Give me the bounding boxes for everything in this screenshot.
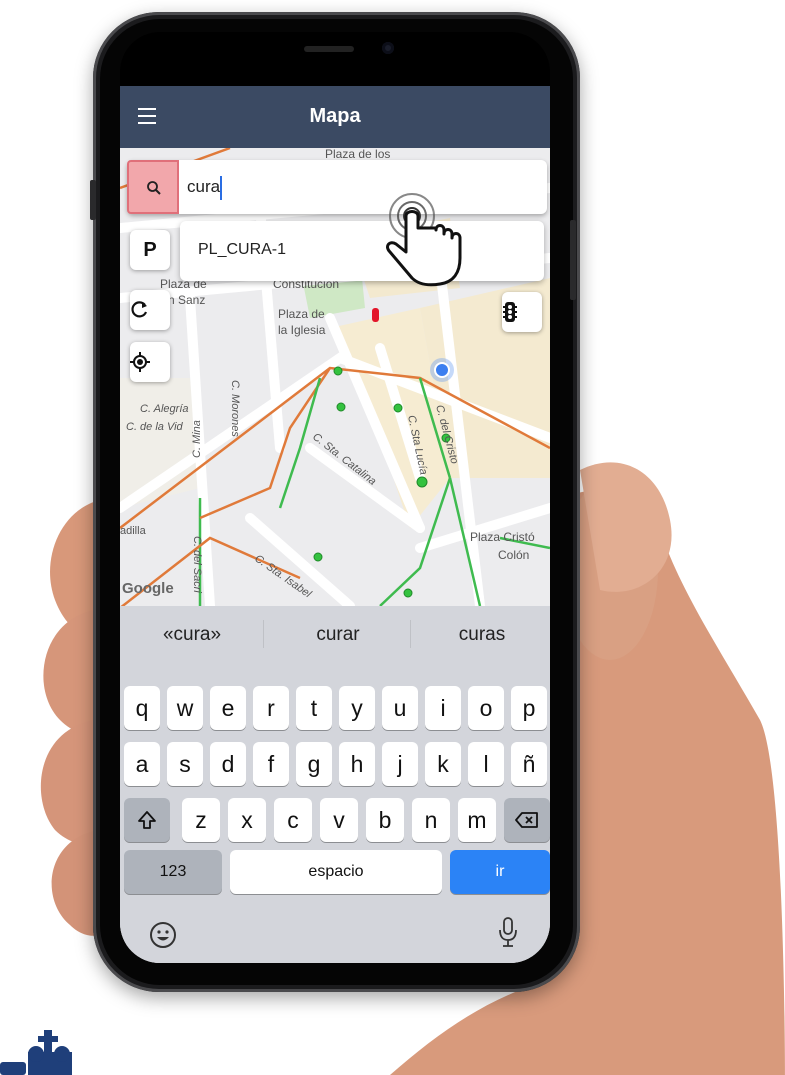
suggestion-label: PL_CURA-1 bbox=[198, 241, 287, 258]
search-button[interactable] bbox=[127, 160, 179, 214]
crest-logo bbox=[0, 1030, 72, 1075]
go-key[interactable]: ir bbox=[450, 850, 550, 894]
search-icon bbox=[147, 181, 161, 195]
key-j[interactable]: j bbox=[382, 742, 418, 786]
map-label: Plaza de bbox=[278, 307, 325, 321]
locate-me-button[interactable] bbox=[130, 342, 170, 382]
map-label: Plaza Cristó bbox=[470, 530, 535, 544]
refresh-icon bbox=[131, 301, 148, 318]
map-canvas: Plaza de los Constitución Plaza de n San… bbox=[120, 148, 550, 606]
key-c[interactable]: c bbox=[274, 798, 312, 842]
backspace-key[interactable] bbox=[504, 798, 550, 842]
text-cursor bbox=[220, 176, 222, 200]
key-x[interactable]: x bbox=[228, 798, 266, 842]
key-l[interactable]: l bbox=[468, 742, 504, 786]
parking-button[interactable]: P bbox=[130, 230, 170, 270]
key-p[interactable]: p bbox=[511, 686, 547, 730]
key-q[interactable]: q bbox=[124, 686, 160, 730]
key-r[interactable]: r bbox=[253, 686, 289, 730]
key-z[interactable]: z bbox=[182, 798, 220, 842]
key-o[interactable]: o bbox=[468, 686, 504, 730]
key-f[interactable]: f bbox=[253, 742, 289, 786]
backspace-icon bbox=[515, 812, 538, 828]
map-label: C. Morones bbox=[229, 380, 241, 437]
refresh-button[interactable] bbox=[130, 290, 170, 330]
shift-arrow-icon bbox=[138, 811, 156, 829]
key-s[interactable]: s bbox=[167, 742, 203, 786]
map-label: n Sanz bbox=[168, 293, 205, 307]
space-key[interactable]: espacio bbox=[230, 850, 442, 894]
key-k[interactable]: k bbox=[425, 742, 461, 786]
front-camera bbox=[382, 42, 394, 54]
shift-key[interactable] bbox=[124, 798, 170, 842]
map-label: adilla bbox=[120, 525, 147, 537]
map-label: C. de la Vid bbox=[126, 421, 184, 433]
key-m[interactable]: m bbox=[458, 798, 496, 842]
map-label: la Iglesia bbox=[278, 323, 326, 337]
key-ñ[interactable]: ñ bbox=[511, 742, 547, 786]
search-bar bbox=[127, 160, 547, 214]
phone-screen: Mapa Plaza de los Constitución Plaza de … bbox=[120, 86, 550, 963]
notch bbox=[120, 32, 550, 86]
crosshair-icon bbox=[130, 352, 150, 372]
microphone-icon[interactable] bbox=[496, 916, 520, 948]
key-e[interactable]: e bbox=[210, 686, 246, 730]
key-g[interactable]: g bbox=[296, 742, 332, 786]
traffic-layer-button[interactable] bbox=[502, 292, 542, 332]
side-button bbox=[570, 220, 576, 300]
search-input[interactable] bbox=[187, 174, 527, 200]
key-d[interactable]: d bbox=[210, 742, 246, 786]
map-label: Colón bbox=[498, 548, 529, 562]
volume-button bbox=[90, 180, 96, 220]
key-h[interactable]: h bbox=[339, 742, 375, 786]
keyboard-suggestion[interactable]: curar bbox=[268, 624, 408, 646]
key-t[interactable]: t bbox=[296, 686, 332, 730]
traffic-light-icon bbox=[503, 302, 517, 322]
key-u[interactable]: u bbox=[382, 686, 418, 730]
key-w[interactable]: w bbox=[167, 686, 203, 730]
key-i[interactable]: i bbox=[425, 686, 461, 730]
key-n[interactable]: n bbox=[412, 798, 450, 842]
map-label: C. Mina bbox=[191, 420, 203, 458]
key-v[interactable]: v bbox=[320, 798, 358, 842]
keyboard-suggestion[interactable]: curas bbox=[412, 624, 550, 646]
map-label: C. del Sacri bbox=[191, 536, 203, 593]
map-view[interactable]: Plaza de los Constitución Plaza de n San… bbox=[120, 148, 550, 606]
app-bar: Mapa bbox=[120, 86, 550, 148]
speaker-grille bbox=[304, 46, 354, 52]
tap-hand-pointer-icon bbox=[386, 193, 462, 287]
map-label: C. Alegría bbox=[140, 403, 189, 415]
numbers-key[interactable]: 123 bbox=[124, 850, 222, 894]
google-logo: Google bbox=[122, 580, 174, 597]
keyboard-suggestion-bar: «cura» curar curas bbox=[120, 606, 550, 664]
emoji-icon[interactable] bbox=[148, 920, 178, 950]
key-y[interactable]: y bbox=[339, 686, 375, 730]
app-title: Mapa bbox=[309, 105, 361, 127]
on-screen-keyboard: «cura» curar curas qwertyuiop asdfghjklñ… bbox=[120, 606, 550, 963]
search-suggestion[interactable]: PL_CURA-1 bbox=[180, 221, 544, 281]
key-b[interactable]: b bbox=[366, 798, 404, 842]
keyboard-suggestion[interactable]: «cura» bbox=[122, 624, 262, 646]
key-a[interactable]: a bbox=[124, 742, 160, 786]
